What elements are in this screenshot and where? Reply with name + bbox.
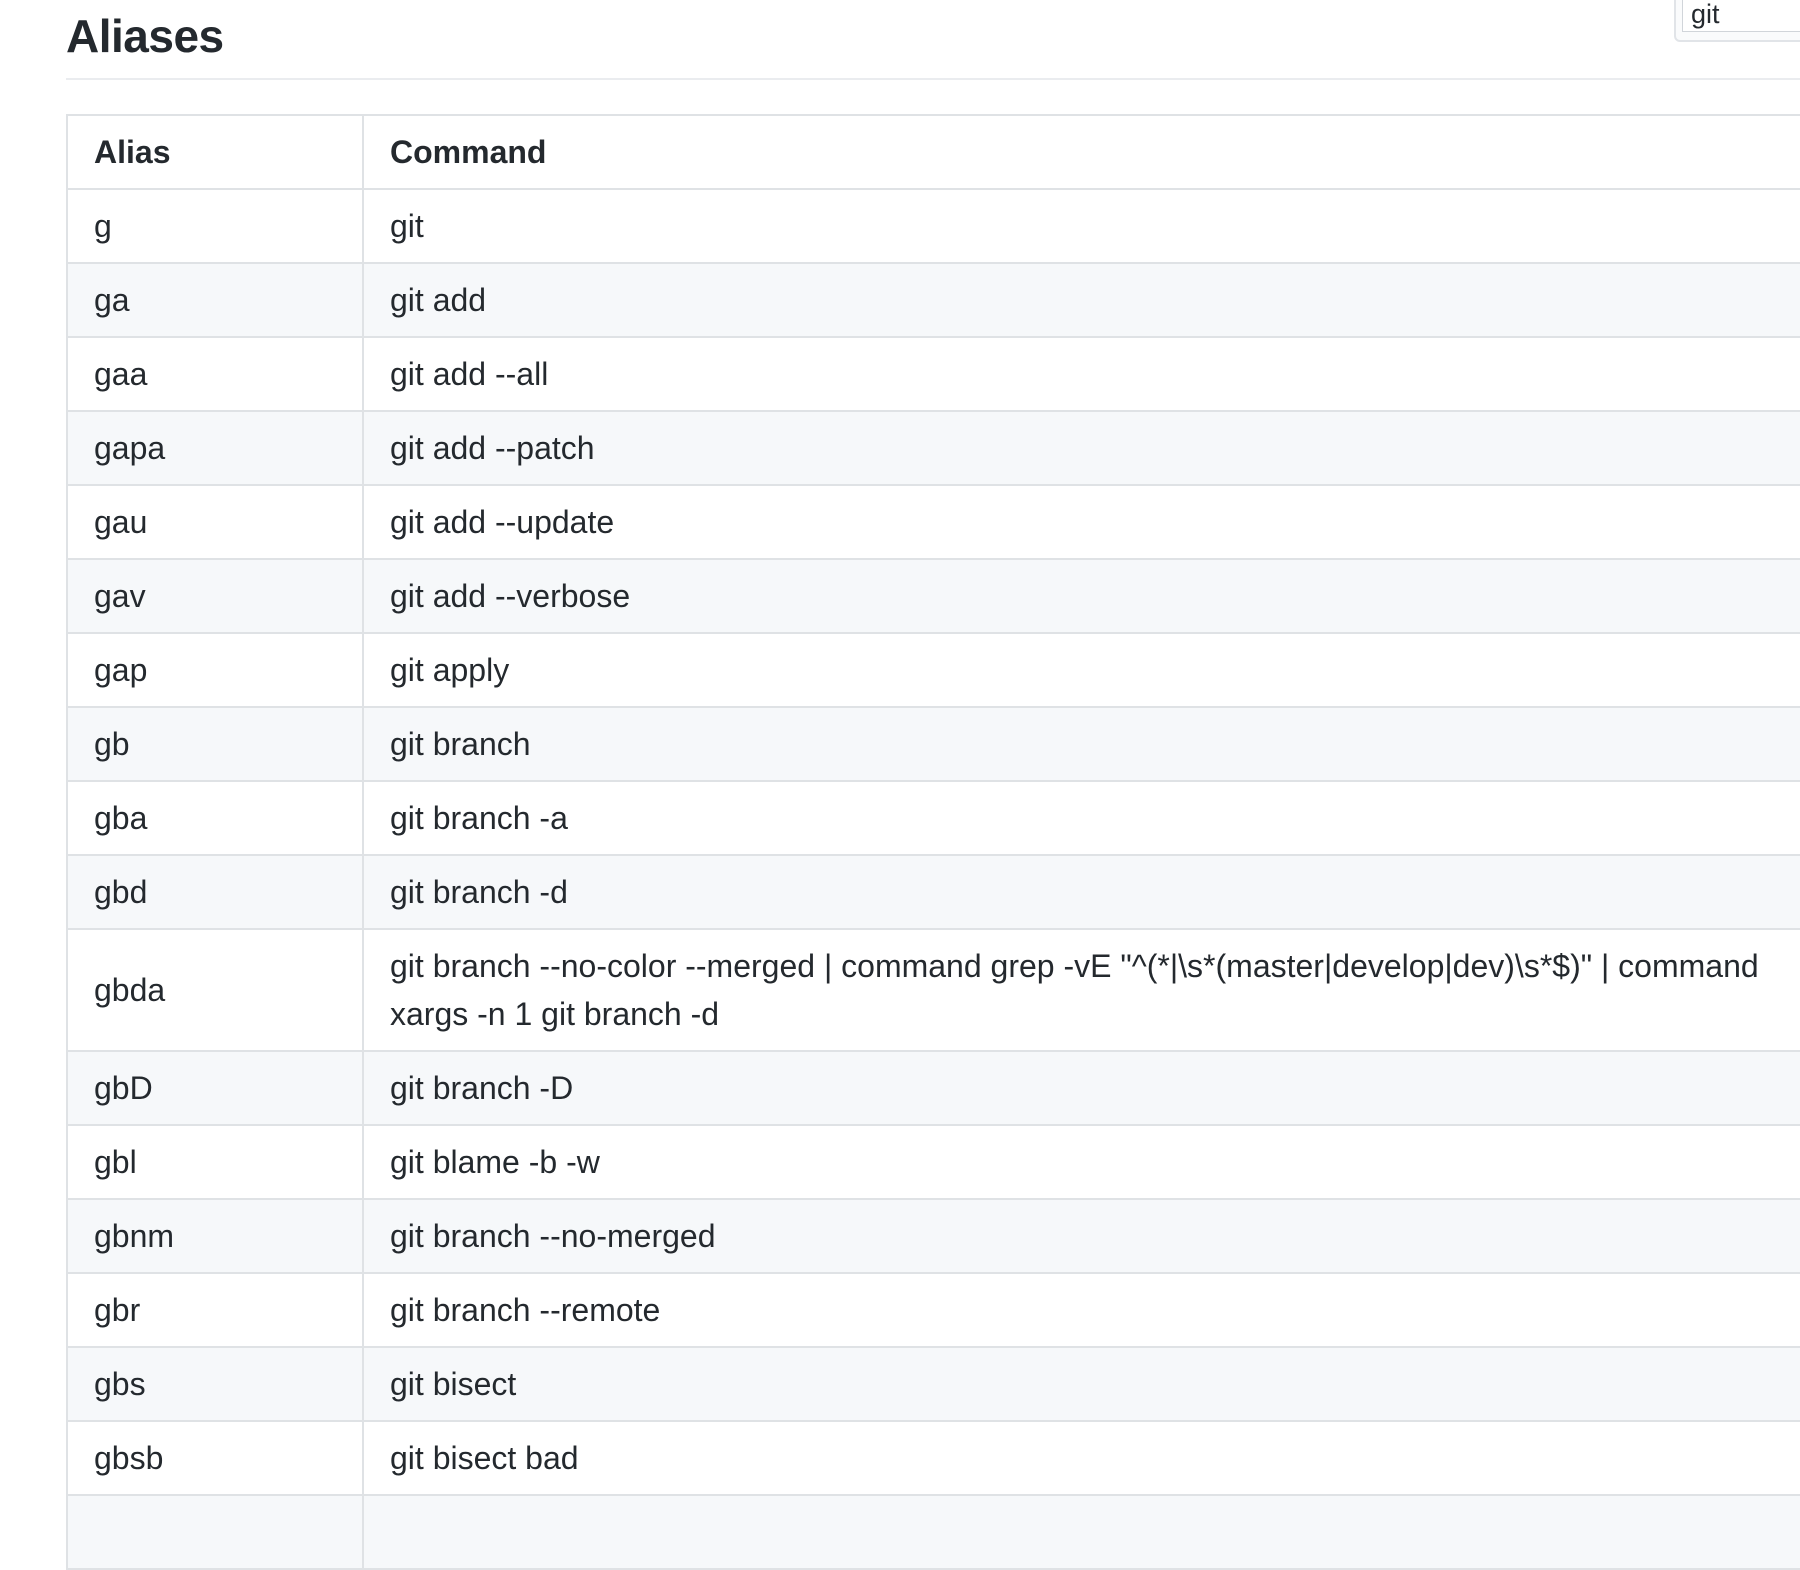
command-cell: git xyxy=(362,188,1800,264)
table-row: gb git branch xyxy=(66,706,1800,782)
table-row xyxy=(66,1494,1800,1570)
command-cell: git bisect xyxy=(362,1346,1800,1422)
table-row: gbsb git bisect bad xyxy=(66,1420,1800,1496)
alias-cell: gaa xyxy=(66,336,364,412)
table-row: g git xyxy=(66,188,1800,264)
table-row: gav git add --verbose xyxy=(66,558,1800,634)
command-cell: git add --patch xyxy=(362,410,1800,486)
command-cell: git add --update xyxy=(362,484,1800,560)
command-cell xyxy=(362,1494,1800,1570)
table-row: gbda git branch --no-color --merged | co… xyxy=(66,928,1800,1052)
command-cell: git branch -a xyxy=(362,780,1800,856)
command-cell: git apply xyxy=(362,632,1800,708)
table-row: gbr git branch --remote xyxy=(66,1272,1800,1348)
alias-cell: gbsb xyxy=(66,1420,364,1496)
alias-column-header: Alias xyxy=(66,114,364,190)
alias-cell: gbs xyxy=(66,1346,364,1422)
alias-cell: ga xyxy=(66,262,364,338)
aliases-table: Alias Command g git ga git add gaa git a… xyxy=(66,114,1800,1570)
command-cell: git branch --no-color --merged | command… xyxy=(362,928,1800,1052)
command-cell: git branch --remote xyxy=(362,1272,1800,1348)
table-row: gbd git branch -d xyxy=(66,854,1800,930)
table-row: gau git add --update xyxy=(66,484,1800,560)
alias-cell: gba xyxy=(66,780,364,856)
table-row: gbs git bisect xyxy=(66,1346,1800,1422)
alias-cell: gb xyxy=(66,706,364,782)
command-cell: git branch -d xyxy=(362,854,1800,930)
alias-cell: gbda xyxy=(66,928,364,1052)
alias-cell xyxy=(66,1494,364,1570)
command-cell: git add --verbose xyxy=(362,558,1800,634)
table-row: gba git branch -a xyxy=(66,780,1800,856)
alias-cell: g xyxy=(66,188,364,264)
table-header-row: Alias Command xyxy=(66,114,1800,190)
page-heading: Aliases xyxy=(66,0,1800,80)
page-title: Aliases xyxy=(66,10,224,62)
search-box xyxy=(1674,0,1800,42)
table-row: gapa git add --patch xyxy=(66,410,1800,486)
command-column-header: Command xyxy=(362,114,1800,190)
alias-cell: gbd xyxy=(66,854,364,930)
alias-cell: gav xyxy=(66,558,364,634)
alias-cell: gbl xyxy=(66,1124,364,1200)
alias-cell: gapa xyxy=(66,410,364,486)
table-row: gap git apply xyxy=(66,632,1800,708)
alias-cell: gbD xyxy=(66,1050,364,1126)
table-row: gbD git branch -D xyxy=(66,1050,1800,1126)
alias-cell: gap xyxy=(66,632,364,708)
search-input[interactable] xyxy=(1682,0,1800,32)
command-cell: git branch xyxy=(362,706,1800,782)
table-row: gaa git add --all xyxy=(66,336,1800,412)
alias-cell: gbnm xyxy=(66,1198,364,1274)
command-cell: git bisect bad xyxy=(362,1420,1800,1496)
command-cell: git branch --no-merged xyxy=(362,1198,1800,1274)
command-cell: git branch -D xyxy=(362,1050,1800,1126)
command-cell: git blame -b -w xyxy=(362,1124,1800,1200)
table-row: gbnm git branch --no-merged xyxy=(66,1198,1800,1274)
table-row: gbl git blame -b -w xyxy=(66,1124,1800,1200)
command-cell: git add xyxy=(362,262,1800,338)
alias-cell: gbr xyxy=(66,1272,364,1348)
command-cell: git add --all xyxy=(362,336,1800,412)
table-row: ga git add xyxy=(66,262,1800,338)
alias-cell: gau xyxy=(66,484,364,560)
